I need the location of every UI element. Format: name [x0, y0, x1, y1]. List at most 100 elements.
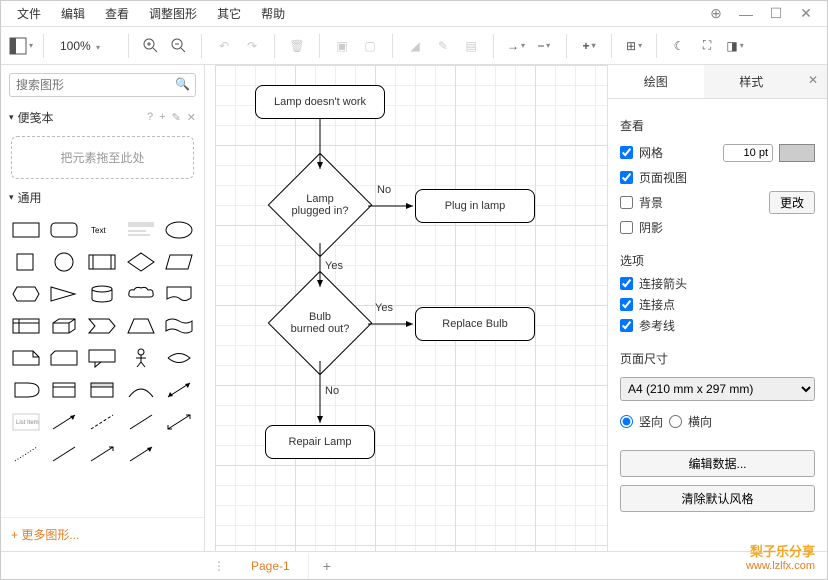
redo-icon[interactable]: ↷ [240, 34, 264, 58]
node-replace-bulb[interactable]: Replace Bulb [415, 307, 535, 341]
conn-arrows-checkbox[interactable] [620, 277, 633, 290]
shape-cube[interactable] [47, 312, 81, 340]
shadow-checkbox[interactable] [620, 221, 633, 234]
insert-icon[interactable]: +▾ [577, 34, 601, 58]
guides-checkbox[interactable] [620, 319, 633, 332]
shape-dotted[interactable] [9, 440, 43, 468]
shape-bidir-thin[interactable] [162, 408, 196, 436]
tab-style[interactable]: 样式 [704, 65, 800, 98]
search-input[interactable] [9, 73, 196, 97]
grid-checkbox[interactable] [620, 146, 633, 159]
tab-diagram[interactable]: 绘图 [608, 65, 704, 98]
page-size-select[interactable]: A4 (210 mm x 297 mm) [620, 377, 815, 401]
table-icon[interactable]: ⊞▾ [622, 34, 646, 58]
shape-parallelogram[interactable] [162, 248, 196, 276]
shape-circle[interactable] [47, 248, 81, 276]
tab-close-icon[interactable]: ✕ [799, 65, 827, 98]
shape-cloud[interactable] [124, 280, 158, 308]
page-menu-icon[interactable]: ⋮ [205, 559, 233, 573]
scratchpad-add-icon[interactable]: + [159, 111, 165, 124]
shape-diamond[interactable] [124, 248, 158, 276]
shape-datastore[interactable] [47, 376, 81, 404]
shape-container[interactable] [85, 376, 119, 404]
zoom-out-icon[interactable] [167, 34, 191, 58]
shape-bidir-arrow[interactable] [162, 376, 196, 404]
shape-text[interactable]: Text [85, 216, 119, 244]
change-bg-button[interactable]: 更改 [769, 191, 815, 214]
menu-extras[interactable]: 其它 [207, 1, 251, 26]
shape-arrow[interactable] [47, 408, 81, 436]
shape-actor[interactable] [124, 344, 158, 372]
node-repair[interactable]: Repair Lamp [265, 425, 375, 459]
node-decision-bulb[interactable]: Bulb burned out? [270, 283, 370, 363]
waypoint-icon[interactable]: ⎯▾ [532, 34, 556, 58]
dark-mode-icon[interactable]: ☾ [667, 34, 691, 58]
shape-cylinder[interactable] [85, 280, 119, 308]
menu-arrange[interactable]: 调整图形 [139, 1, 207, 26]
globe-icon[interactable]: ⊕ [701, 5, 731, 22]
sidebar-toggle-icon[interactable]: ▾ [9, 34, 33, 58]
pageview-checkbox[interactable] [620, 171, 633, 184]
close-button[interactable]: ✕ [791, 5, 821, 22]
zoom-in-icon[interactable] [139, 34, 163, 58]
shape-rect[interactable] [9, 216, 43, 244]
shape-process[interactable] [85, 248, 119, 276]
portrait-radio[interactable] [620, 415, 633, 428]
format-panel-icon[interactable]: ◨▾ [723, 34, 747, 58]
scratchpad-close-icon[interactable]: ✕ [187, 111, 196, 124]
shapes-general-header[interactable]: ▾通用 [1, 185, 204, 210]
shape-callout[interactable] [85, 344, 119, 372]
node-plug-in[interactable]: Plug in lamp [415, 189, 535, 223]
scratchpad-header[interactable]: ▾便笺本 ? + ✎ ✕ [1, 105, 204, 130]
background-checkbox[interactable] [620, 196, 633, 209]
clear-default-button[interactable]: 清除默认风格 [620, 485, 815, 512]
conn-points-checkbox[interactable] [620, 298, 633, 311]
landscape-radio[interactable] [669, 415, 682, 428]
edit-data-button[interactable]: 编辑数据... [620, 450, 815, 477]
shape-card[interactable] [47, 344, 81, 372]
zoom-select[interactable]: 100% ▾ [54, 37, 118, 55]
fullscreen-icon[interactable]: ⛶ [695, 34, 719, 58]
shape-trapezoid[interactable] [124, 312, 158, 340]
shape-or[interactable] [162, 344, 196, 372]
shape-document[interactable] [162, 280, 196, 308]
shape-tape[interactable] [162, 312, 196, 340]
shape-note[interactable] [9, 344, 43, 372]
shape-step[interactable] [85, 312, 119, 340]
shape-roundrect[interactable] [47, 216, 81, 244]
shape-dashed-line[interactable] [85, 408, 119, 436]
node-decision-plugged[interactable]: Lamp plugged in? [270, 165, 370, 245]
undo-icon[interactable]: ↶ [212, 34, 236, 58]
menu-file[interactable]: 文件 [7, 1, 51, 26]
shape-curve[interactable] [124, 376, 158, 404]
shape-internal[interactable] [9, 312, 43, 340]
delete-icon[interactable]: 🗑 [285, 34, 309, 58]
menu-view[interactable]: 查看 [95, 1, 139, 26]
fill-color-icon[interactable]: ◢ [403, 34, 427, 58]
add-page-button[interactable]: + [309, 552, 345, 580]
shape-list[interactable]: List Item [9, 408, 43, 436]
search-icon[interactable]: 🔍 [175, 77, 190, 91]
page-tab-1[interactable]: Page-1 [233, 553, 309, 579]
maximize-button[interactable]: ☐ [761, 5, 791, 22]
to-front-icon[interactable]: ▣ [330, 34, 354, 58]
shape-ellipse[interactable] [162, 216, 196, 244]
shape-line[interactable] [124, 408, 158, 436]
scratchpad-help-icon[interactable]: ? [147, 111, 153, 124]
minimize-button[interactable]: — [731, 6, 761, 22]
menu-help[interactable]: 帮助 [251, 1, 295, 26]
shape-arrow3[interactable] [124, 440, 158, 468]
grid-size-input[interactable] [723, 144, 773, 162]
shape-line2[interactable] [47, 440, 81, 468]
shape-textbox[interactable] [124, 216, 158, 244]
scratchpad-edit-icon[interactable]: ✎ [172, 111, 181, 124]
more-shapes-button[interactable]: + 更多图形... [1, 517, 204, 551]
shape-square[interactable] [9, 248, 43, 276]
canvas[interactable]: Lamp doesn't work Lamp plugged in? Plug … [205, 65, 607, 551]
connection-icon[interactable]: →▾ [504, 34, 528, 58]
shadow-icon[interactable]: ▤ [459, 34, 483, 58]
shape-arrow2[interactable] [85, 440, 119, 468]
shape-triangle[interactable] [47, 280, 81, 308]
shape-and[interactable] [9, 376, 43, 404]
node-start[interactable]: Lamp doesn't work [255, 85, 385, 119]
